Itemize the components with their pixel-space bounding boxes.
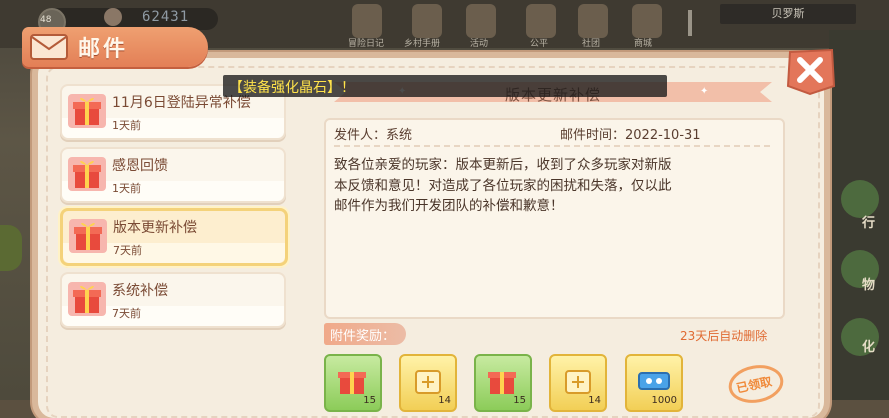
mail-sender: 发件人：系统 [334, 128, 413, 143]
top-label: 商城 [634, 39, 653, 49]
player-level: 48 [40, 15, 52, 25]
attachment-count: 14 [588, 395, 601, 406]
gift-icon [66, 278, 108, 324]
content-divider [334, 145, 770, 147]
envelope-icon [30, 34, 68, 64]
mail-title: 系统补偿 [112, 283, 168, 299]
mail-time: 1天前 [112, 119, 141, 132]
toast-text: 【装备强化晶石】！ [229, 80, 355, 96]
attachment-slot[interactable]: 14 [399, 354, 457, 412]
panel-title: 邮件 [78, 37, 129, 62]
player-name: 贝罗斯 [720, 4, 856, 24]
claimed-stamp: 已领取 [728, 364, 784, 404]
attachment-slot[interactable]: 14 [549, 354, 607, 412]
gift-icon [66, 90, 108, 136]
attachment-count: 14 [438, 395, 451, 406]
coin-icon [104, 8, 122, 26]
mail-body-line: 致各位亲爱的玩家：版本更新后，收到了众多玩家对新版 [334, 157, 672, 173]
mail-time: 7天前 [113, 244, 142, 257]
top-label: 活动 [470, 39, 489, 49]
attachment-count: 15 [513, 395, 526, 406]
gift-icon [67, 215, 109, 261]
panel-title-tab: 邮件 [22, 27, 208, 67]
top-label: 乡村手册 [404, 39, 441, 49]
mail-time: 1天前 [112, 182, 141, 195]
top-label: 公平 [530, 39, 549, 49]
top-label: 冒险日记 [348, 39, 385, 49]
shop-icon[interactable] [632, 4, 662, 38]
attachment-count: 15 [363, 395, 376, 406]
attachments-label: 附件奖励： [324, 323, 406, 345]
scroll-indicator [688, 10, 692, 36]
left-side-badge[interactable] [0, 225, 22, 271]
mail-body-line: 本反馈和意见！对造成了各位玩家的困扰和失落，仅以此 [334, 178, 672, 194]
side-label: 化 [861, 340, 875, 355]
side-label: 物 [861, 278, 875, 293]
diary-icon[interactable] [352, 4, 382, 38]
attachment-slot[interactable]: 15 [474, 354, 532, 412]
mail-date: 邮件时间：2022-10-31 [560, 128, 701, 143]
balance-icon[interactable] [526, 4, 556, 38]
side-label: 行 [861, 216, 875, 231]
mail-content-box [324, 118, 785, 319]
auto-delete-notice: 23天后自动删除 [680, 329, 768, 343]
close-icon[interactable] [784, 46, 838, 96]
attachment-slot[interactable]: 1000 [625, 354, 683, 412]
mail-body-line: 邮件作为我们开发团队的补偿和歉意！ [334, 198, 564, 214]
item-toast: 【装备强化晶石】！ [223, 75, 667, 97]
gift-icon [66, 153, 108, 199]
ticket-icon [637, 370, 671, 396]
attachment-slot[interactable]: 15 [324, 354, 382, 412]
coin-count: 62431 [142, 9, 190, 25]
top-label: 社团 [582, 39, 601, 49]
guild-icon[interactable] [578, 4, 608, 38]
handbook-icon[interactable] [412, 4, 442, 38]
attachment-count: 1000 [651, 395, 677, 406]
mail-time: 7天前 [112, 307, 141, 320]
mail-list-item[interactable]: 系统补偿 7天前 [60, 272, 286, 328]
event-icon[interactable] [466, 4, 496, 38]
mail-list-item-selected[interactable]: 版本更新补偿 7天前 [60, 208, 288, 266]
mail-title: 版本更新补偿 [113, 220, 197, 236]
mail-list-item[interactable]: 感恩回馈 1天前 [60, 147, 286, 203]
mail-title: 感恩回馈 [112, 158, 168, 174]
